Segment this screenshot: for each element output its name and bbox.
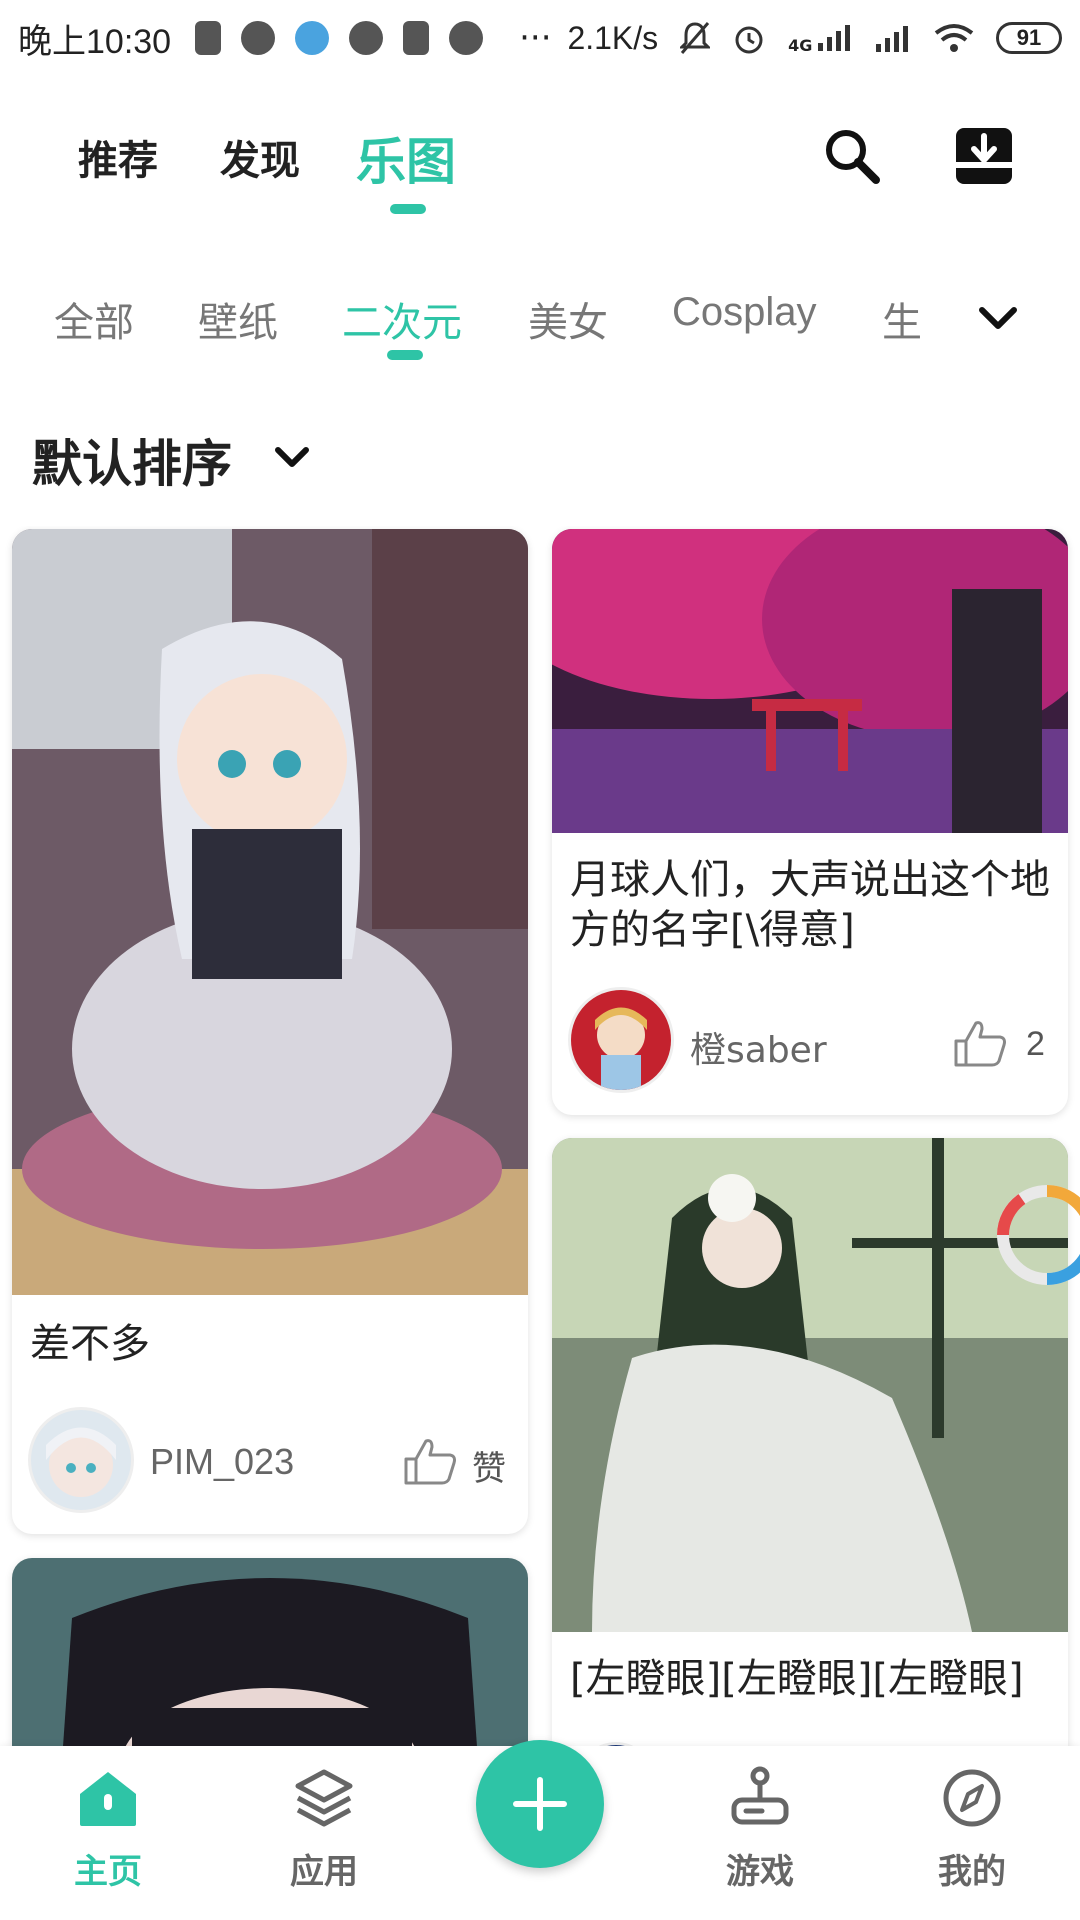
bing-icon: [349, 21, 384, 55]
nav-apps[interactable]: 应用: [254, 1766, 394, 1893]
status-time: 晚上10:30: [18, 22, 172, 61]
thumbs-up-icon[interactable]: [952, 1019, 1008, 1069]
category-life[interactable]: 生: [882, 290, 922, 348]
post-card[interactable]: [12, 1558, 528, 1746]
post-card[interactable]: [左瞪眼][左瞪眼][左瞪眼]: [552, 1138, 1068, 1746]
tab-indicator: [390, 204, 426, 214]
avatar-image: [46, 1427, 116, 1497]
post-image[interactable]: [552, 529, 1068, 833]
signal-icon: [876, 26, 908, 52]
post-image[interactable]: [12, 529, 528, 1295]
notification-icons: ···: [195, 18, 552, 58]
music-icon: [449, 21, 484, 55]
like-count: 2: [1026, 1025, 1045, 1063]
floating-badge-icon[interactable]: [992, 1180, 1080, 1290]
signal-bars-icon: [818, 25, 850, 51]
top-header: 推荐 发现 乐图: [0, 76, 1080, 226]
chat-icon: [241, 21, 276, 55]
qq-icon: [295, 21, 330, 55]
tab-recommend[interactable]: 推荐: [78, 128, 158, 186]
post-image[interactable]: [552, 1138, 1068, 1632]
battery-indicator: 91: [996, 22, 1062, 54]
username[interactable]: PIM_023: [150, 1441, 294, 1483]
signal-4g-icon: 4G: [788, 23, 854, 55]
nav-home-label: 主页: [74, 1852, 142, 1892]
nav-home[interactable]: 主页: [38, 1766, 178, 1893]
image-feed: 差不多 PIM_023 赞 月球人们，大声说出这个地方的名字[\得意] 橙sab…: [0, 526, 1080, 1746]
post-title: [左瞪眼][左瞪眼][左瞪眼]: [570, 1656, 1024, 1702]
bottom-navigation: 主页 应用 游戏 我的: [0, 1740, 1080, 1920]
mute-icon: [680, 22, 711, 54]
post-title: 差不多: [30, 1321, 150, 1367]
post-title: 月球人们，大声说出这个地方的名字[\得意]: [570, 857, 1050, 953]
tab-discover[interactable]: 发现: [220, 128, 300, 186]
nav-games-label: 游戏: [726, 1852, 794, 1892]
signal-label: 4G: [788, 36, 813, 55]
username[interactable]: 橙saber: [690, 1021, 827, 1073]
more-notifications-icon: ···: [519, 18, 552, 58]
like-count: 赞: [472, 1449, 506, 1489]
post-card[interactable]: 差不多 PIM_023 赞: [12, 529, 528, 1534]
compass-icon: [943, 1769, 1001, 1827]
tab-letu[interactable]: 乐图: [356, 122, 456, 194]
chevron-down-icon[interactable]: [976, 296, 1020, 340]
thumbs-up-icon[interactable]: [402, 1437, 458, 1487]
avatar[interactable]: [28, 1407, 134, 1513]
post-image[interactable]: [12, 1558, 528, 1746]
category-all[interactable]: 全部: [54, 290, 134, 348]
sort-dropdown[interactable]: 默认排序: [32, 424, 232, 496]
status-bar: 晚上10:30 ··· 2.1K/s 4G 91: [0, 0, 1080, 76]
sort-bar: 默认排序: [0, 376, 1080, 526]
search-icon[interactable]: [820, 124, 884, 188]
category-beauty[interactable]: 美女: [528, 290, 608, 348]
nav-games[interactable]: 游戏: [690, 1766, 830, 1893]
nav-apps-label: 应用: [290, 1852, 358, 1892]
mi-icon: [403, 21, 430, 55]
category-bar: 全部 壁纸 二次元 美女 Cosplay 生: [0, 226, 1080, 376]
category-cosplay[interactable]: Cosplay: [672, 290, 817, 335]
sim-icon: [195, 21, 222, 55]
network-speed: 2.1K/s: [567, 19, 659, 56]
plus-icon: [513, 1777, 567, 1831]
category-anime[interactable]: 二次元: [342, 290, 462, 348]
category-indicator: [387, 350, 423, 360]
home-icon: [80, 1772, 136, 1826]
layers-icon: [295, 1769, 353, 1827]
joystick-icon: [731, 1766, 789, 1825]
sort-chevron-icon[interactable]: [272, 438, 312, 478]
post-card[interactable]: 月球人们，大声说出这个地方的名字[\得意] 橙saber 2: [552, 529, 1068, 1115]
alarm-icon: [735, 26, 763, 54]
wifi-icon: [934, 24, 974, 52]
add-post-button[interactable]: [476, 1740, 604, 1868]
category-wallpaper[interactable]: 壁纸: [198, 290, 278, 348]
avatar-image: [571, 990, 671, 1090]
avatar[interactable]: [568, 987, 674, 1093]
nav-me[interactable]: 我的: [902, 1766, 1042, 1893]
download-icon[interactable]: [952, 124, 1016, 188]
nav-me-label: 我的: [938, 1852, 1006, 1892]
